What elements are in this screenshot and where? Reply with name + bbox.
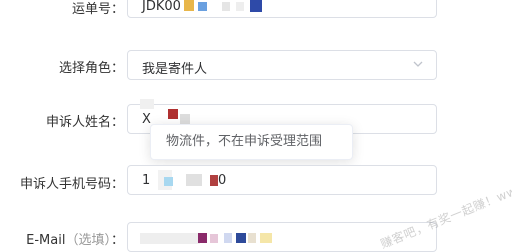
redaction-mark — [236, 233, 246, 243]
phone-input[interactable]: 1 0 — [127, 165, 437, 195]
redaction-mark — [250, 0, 262, 12]
name-value: X — [142, 112, 151, 127]
redaction-mark — [222, 2, 230, 11]
role-select[interactable]: 我是寄件人 — [127, 50, 437, 80]
role-value: 我是寄件人 — [142, 62, 208, 77]
role-label: 选择角色： — [58, 61, 124, 76]
phone-value: 1 — [142, 173, 151, 188]
redaction-mark — [248, 233, 256, 243]
phone-value-tail: 0 — [218, 173, 227, 188]
redaction-mark — [260, 233, 272, 243]
redaction-mark — [198, 2, 207, 11]
redaction-mark — [168, 109, 178, 119]
redaction-mark — [224, 233, 232, 243]
redaction-mark — [198, 233, 207, 243]
redaction-mark — [180, 114, 190, 124]
tooltip-text: 物流件，不在申诉受理范围 — [166, 134, 323, 149]
watermark: 赚客吧，有奖一起赚！www.zuanke8.com — [378, 146, 512, 252]
redaction-mark — [140, 233, 200, 244]
redaction-mark — [210, 175, 218, 186]
redaction-mark — [140, 99, 154, 109]
waybill-input[interactable]: JDK00 — [127, 0, 437, 18]
redaction-mark — [164, 177, 173, 186]
waybill-label: 运单号： — [71, 2, 124, 17]
error-tooltip: 物流件，不在申诉受理范围 — [150, 124, 353, 160]
phone-label: 申诉人手机号码： — [19, 177, 124, 192]
redaction-mark — [236, 2, 244, 11]
waybill-value: JDK00 — [142, 0, 181, 14]
chevron-down-icon[interactable] — [412, 58, 424, 70]
redaction-mark — [186, 174, 202, 186]
redaction-mark — [210, 234, 218, 243]
email-label: E-Mail（选填）： — [26, 229, 124, 248]
name-label: 申诉人姓名： — [45, 115, 124, 130]
redaction-mark — [184, 0, 194, 11]
